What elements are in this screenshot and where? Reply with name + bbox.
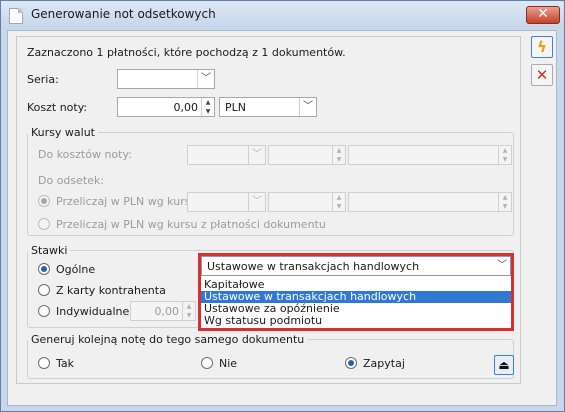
info-text: Zaznaczono 1 płatności, które pochodzą z… <box>27 46 346 59</box>
seria-label: Seria: <box>27 73 59 86</box>
stawki-select[interactable]: Ustawowe w transakcjach handlowych ﹀ <box>201 256 511 276</box>
kurs-odsetki-type-select[interactable]: ﹀ <box>187 192 266 212</box>
do-odsetek-label: Do odsetek: <box>38 174 105 187</box>
chevron-down-icon: ﹀ <box>497 260 507 271</box>
close-button[interactable]: ✕ <box>526 6 560 24</box>
currency-select[interactable]: PLN ﹀ <box>219 97 317 117</box>
kurs-odsetki-value-input[interactable]: ▲ ▼ <box>268 192 346 212</box>
przelicz-platnosci-label: Przeliczaj w PLN wg kursu z płatności do… <box>56 218 326 231</box>
kurs-koszty-date-input[interactable]: ▲ ▼ <box>348 145 512 165</box>
koszt-input[interactable]: 0,00 ▲ ▼ <box>117 97 215 117</box>
document-icon <box>9 8 23 24</box>
seria-select[interactable]: ﹀ <box>117 69 215 89</box>
stawki-options-list: Kapitałowe Ustawowe w transakcjach handl… <box>201 278 511 328</box>
eject-button[interactable]: ⏏ <box>494 355 514 375</box>
do-kosztow-label: Do kosztów noty: <box>38 148 132 161</box>
ogolne-label: Ogólne <box>56 263 96 276</box>
title-bar: Generowanie not odsetkowych ✕ <box>1 1 564 29</box>
lightning-icon: ϟ <box>537 38 547 56</box>
cancel-button[interactable]: ✕ <box>531 64 553 86</box>
spinner-icon[interactable]: ▲ ▼ <box>498 193 511 211</box>
koszt-label: Koszt noty: <box>27 101 88 114</box>
generuj-group: Generuj kolejną notę do tego samego doku… <box>27 333 514 379</box>
ogolne-radio[interactable] <box>38 263 50 275</box>
nie-radio[interactable] <box>201 357 213 369</box>
chevron-down-icon: ﹀ <box>248 146 265 164</box>
przelicz-platnosci-radio[interactable] <box>38 218 50 230</box>
indywidualne-label: Indywidualne <box>56 305 130 318</box>
z-karty-label: Z karty kontrahenta <box>56 284 166 297</box>
eject-icon: ⏏ <box>498 358 510 372</box>
kurs-koszty-value-input[interactable]: ▲ ▼ <box>268 145 346 165</box>
tak-label: Tak <box>56 357 75 370</box>
indywidualne-input[interactable]: 0,00 ▲ ▼ <box>130 301 196 321</box>
spinner-icon[interactable]: ▲ ▼ <box>182 302 195 320</box>
kurs-koszty-type-select[interactable]: ﹀ <box>187 145 266 165</box>
run-button[interactable]: ϟ <box>531 36 553 58</box>
przelicz-kursu-label: Przeliczaj w PLN wg kursu: <box>56 195 202 208</box>
window-title: Generowanie not odsetkowych <box>31 7 216 21</box>
przelicz-kursu-radio[interactable] <box>38 195 50 207</box>
zapytaj-label: Zapytaj <box>363 357 405 370</box>
kurs-odsetki-date-input[interactable]: ▲ ▼ <box>348 192 512 212</box>
nie-label: Nie <box>219 357 238 370</box>
chevron-down-icon: ﹀ <box>248 193 265 211</box>
zapytaj-radio[interactable] <box>345 357 357 369</box>
indywidualne-radio[interactable] <box>38 305 50 317</box>
option-wg-statusu[interactable]: Wg statusu podmiotu <box>201 315 511 327</box>
stawki-dropdown[interactable]: Ustawowe w transakcjach handlowych ﹀ Kap… <box>198 253 514 331</box>
spinner-icon[interactable]: ▲ ▼ <box>498 146 511 164</box>
spinner-icon[interactable]: ▲ ▼ <box>332 193 345 211</box>
z-karty-radio[interactable] <box>38 284 50 296</box>
spinner-icon[interactable]: ▲ ▼ <box>201 98 214 116</box>
tak-radio[interactable] <box>38 357 50 369</box>
spinner-icon[interactable]: ▲ ▼ <box>332 146 345 164</box>
chevron-down-icon: ﹀ <box>197 70 214 88</box>
chevron-down-icon: ﹀ <box>299 98 316 116</box>
cancel-icon: ✕ <box>535 66 549 84</box>
